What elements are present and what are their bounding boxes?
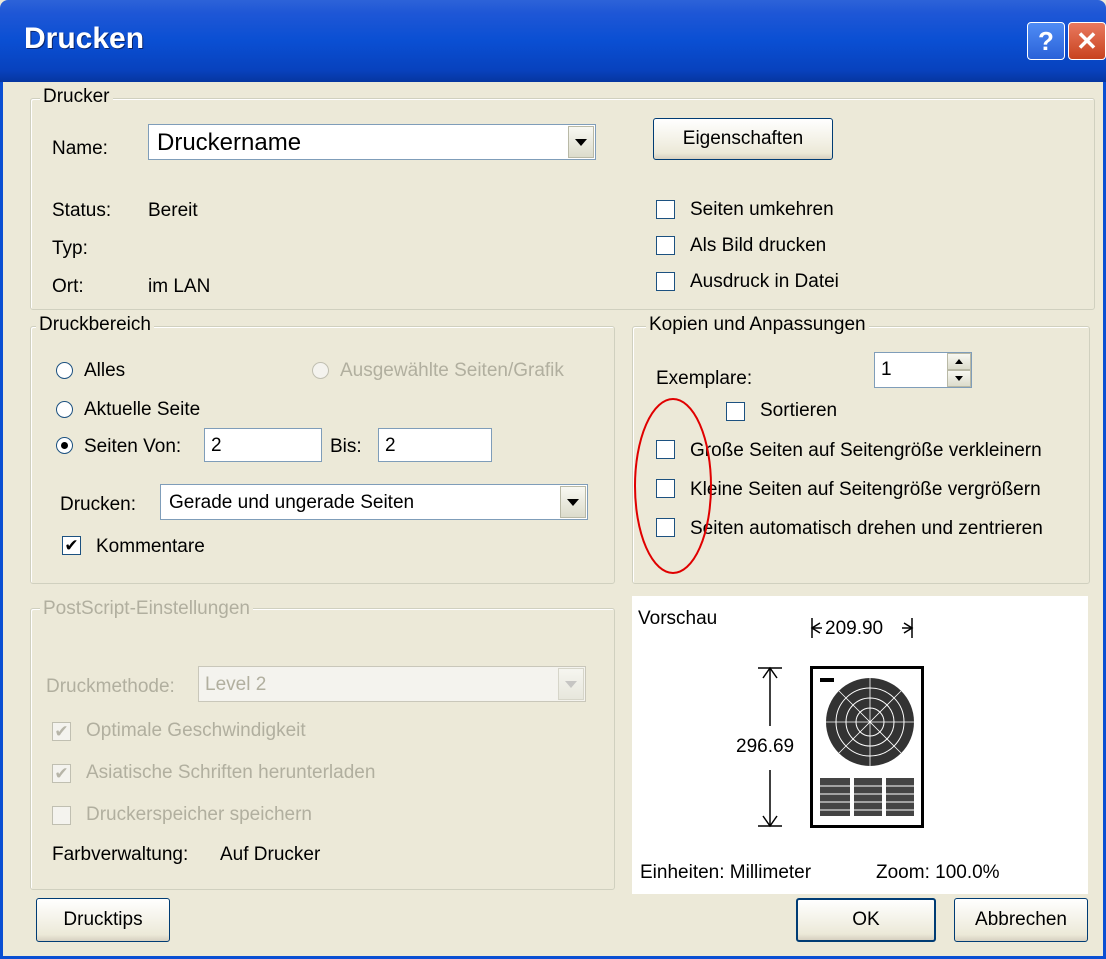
reverse-pages-checkbox[interactable] xyxy=(656,200,675,219)
pages-to-value: 2 xyxy=(385,435,396,456)
title-bar xyxy=(0,0,1106,82)
close-icon[interactable]: ✕ xyxy=(1068,22,1106,60)
chevron-down-icon[interactable] xyxy=(560,486,586,518)
printer-name-value: Druckername xyxy=(157,129,302,156)
reverse-pages-label: Seiten umkehren xyxy=(690,199,834,220)
asian-fonts-checkbox[interactable]: ✔ xyxy=(52,764,71,783)
type-label: Typ: xyxy=(52,238,88,259)
spin-up-icon[interactable] xyxy=(947,353,971,370)
radio-pages[interactable] xyxy=(56,437,73,454)
preview-zoom: Zoom: 100.0% xyxy=(876,862,1000,883)
color-management-value: Auf Drucker xyxy=(220,844,321,865)
save-printer-memory-label: Druckerspeicher speichern xyxy=(86,804,312,825)
copies-input[interactable]: 1 xyxy=(874,352,972,388)
copies-spinner[interactable] xyxy=(947,353,971,389)
pages-to-label: Bis: xyxy=(330,436,362,457)
location-value: im LAN xyxy=(148,276,211,297)
print-subset-combo[interactable]: Gerade und ungerade Seiten xyxy=(160,484,588,520)
preview-units: Einheiten: Millimeter xyxy=(640,862,812,883)
radio-all-label: Alles xyxy=(84,360,126,381)
spin-down-icon[interactable] xyxy=(947,370,971,387)
optimal-speed-label: Optimale Geschwindigkeit xyxy=(86,720,306,741)
highlight-ellipse xyxy=(634,398,712,574)
print-as-image-checkbox[interactable] xyxy=(656,236,675,255)
shrink-pages-label: Große Seiten auf Seitengröße verkleinern xyxy=(690,440,1042,461)
enlarge-pages-label: Kleine Seiten auf Seitengröße vergrößern xyxy=(690,479,1041,500)
color-management-label: Farbverwaltung: xyxy=(52,844,189,865)
location-label: Ort: xyxy=(52,276,84,297)
printer-name-label: Name: xyxy=(52,138,108,159)
print-method-combo[interactable]: Level 2 xyxy=(198,666,586,702)
radio-current-page[interactable] xyxy=(56,401,73,418)
pages-to-input[interactable]: 2 xyxy=(378,428,492,462)
print-tips-button[interactable]: Drucktips xyxy=(36,898,170,942)
chevron-down-icon[interactable] xyxy=(568,126,594,158)
asian-fonts-label: Asiatische Schriften herunterladen xyxy=(86,762,376,783)
status-label: Status: xyxy=(52,200,112,221)
auto-rotate-label: Seiten automatisch drehen und zentrieren xyxy=(690,518,1043,539)
preview-width: 209.90 xyxy=(825,618,884,639)
checkmark-icon: ✔ xyxy=(64,536,79,555)
copies-value: 1 xyxy=(881,359,892,380)
copies-legend: Kopien und Anpassungen xyxy=(646,314,869,336)
radio-selection[interactable] xyxy=(312,362,329,379)
window-title: Drucken xyxy=(24,22,145,55)
pages-from-value: 2 xyxy=(211,435,222,456)
ok-button[interactable]: OK xyxy=(796,898,936,942)
print-as-image-label: Als Bild drucken xyxy=(690,235,827,256)
print-method-value: Level 2 xyxy=(205,674,267,695)
optimal-speed-checkbox[interactable]: ✔ xyxy=(52,722,71,741)
collate-checkbox[interactable] xyxy=(726,402,745,421)
print-subset-value: Gerade und ungerade Seiten xyxy=(169,492,415,513)
comments-label: Kommentare xyxy=(96,536,205,557)
preview-title: Vorschau xyxy=(638,608,718,629)
preview-panel: Vorschau 209.90 296.69 Einheiten: Millim… xyxy=(632,596,1088,894)
radio-current-page-label: Aktuelle Seite xyxy=(84,399,201,420)
preview-height: 296.69 xyxy=(736,736,795,757)
comments-checkbox[interactable]: ✔ xyxy=(62,536,81,555)
status-value: Bereit xyxy=(148,200,198,221)
radio-all[interactable] xyxy=(56,362,73,379)
copies-label: Exemplare: xyxy=(656,368,753,389)
collate-label: Sortieren xyxy=(760,400,838,421)
save-printer-memory-checkbox[interactable] xyxy=(52,806,71,825)
cancel-button[interactable]: Abbrechen xyxy=(954,898,1088,942)
print-range-legend: Druckbereich xyxy=(36,314,154,336)
properties-button[interactable]: Eigenschaften xyxy=(653,118,833,160)
printer-name-combo[interactable]: Druckername xyxy=(148,124,596,160)
page-thumbnail xyxy=(810,666,924,828)
radio-pages-label: Seiten Von: xyxy=(84,436,182,457)
radio-selection-label: Ausgewählte Seiten/Grafik xyxy=(340,360,564,381)
print-to-file-label: Ausdruck in Datei xyxy=(690,271,839,292)
print-to-file-checkbox[interactable] xyxy=(656,272,675,291)
print-method-label: Druckmethode: xyxy=(46,676,175,697)
help-icon[interactable]: ? xyxy=(1027,22,1065,60)
pages-from-input[interactable]: 2 xyxy=(204,428,322,462)
chevron-down-icon[interactable] xyxy=(558,668,584,700)
printer-group-legend: Drucker xyxy=(40,86,113,108)
print-subset-label: Drucken: xyxy=(60,494,137,515)
postscript-legend: PostScript-Einstellungen xyxy=(40,598,253,620)
